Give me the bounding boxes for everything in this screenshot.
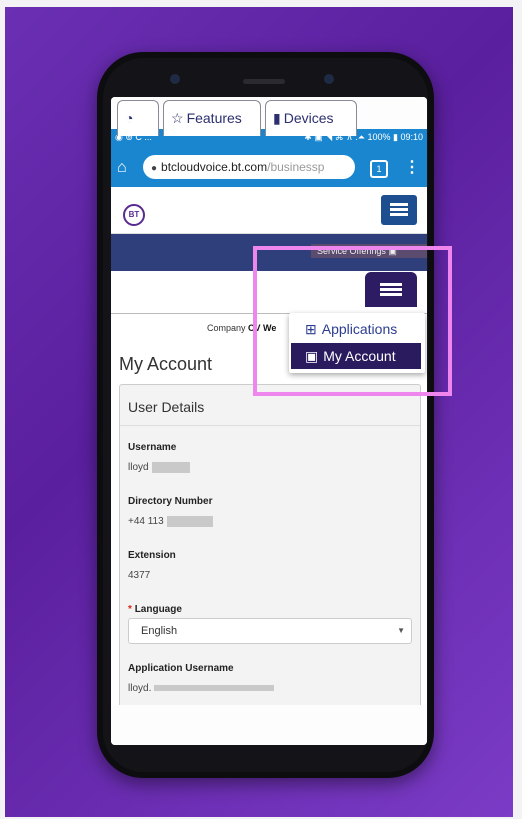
address-bar[interactable]: ● btcloudvoice.bt.com/businessp (143, 155, 355, 179)
star-icon: ☆ (171, 110, 184, 126)
redaction-bar (166, 516, 213, 527)
username-value: lloyd (128, 462, 190, 473)
tab-features-label: Features (186, 110, 242, 126)
tab-dashboard[interactable]: ◔ (117, 100, 159, 136)
user-details-heading: User Details (128, 399, 205, 415)
chevron-down-icon: ▼ (397, 626, 405, 635)
more-options-icon[interactable]: ⋮ (404, 157, 420, 177)
tab-devices-label: Devices (283, 110, 334, 126)
username-label: Username (128, 442, 177, 453)
directory-number-value: +44 113 (128, 516, 213, 527)
url-host: btcloudvoice.bt.com (161, 160, 268, 174)
url-path: /businessp (267, 160, 325, 174)
application-username-value: lloyd. (128, 683, 275, 694)
speedometer-icon: ◔ (125, 110, 134, 126)
home-icon[interactable]: ⌂ (117, 159, 127, 177)
tabs-button[interactable]: 1 (370, 160, 388, 178)
extension-value: 4377 (128, 570, 151, 581)
extension-label: Extension (128, 550, 176, 561)
redaction-bar (154, 685, 275, 692)
device-icon: ▮ (273, 110, 281, 126)
user-details-panel: User Details Username lloyd Directory Nu… (119, 384, 421, 745)
language-label: * Language (128, 604, 182, 615)
browser-toolbar: ⌂ ● btcloudvoice.bt.com/businessp 1 ⋮ (111, 147, 427, 187)
earpiece-speaker (243, 79, 285, 84)
divider (120, 425, 420, 426)
language-select[interactable]: English ▼ (128, 618, 412, 644)
page-title: My Account (119, 354, 213, 374)
redaction-bar (151, 462, 190, 473)
phone-screen: ◉ ⊚ C ... ✱ ▣ ◥ ⌘ ⊼ .⏶ 100% ▮ 09:10 ⌂ ● b… (111, 97, 427, 745)
screen-bottom-margin (111, 705, 427, 745)
highlight-box (253, 246, 452, 396)
tab-devices[interactable]: ▮ Devices (265, 100, 357, 136)
directory-number-label: Directory Number (128, 496, 213, 507)
tab-features[interactable]: ☆ Features (163, 100, 261, 136)
company-prefix: Company (207, 323, 246, 333)
required-marker: * (128, 604, 132, 615)
bt-logo[interactable]: BT (123, 204, 145, 226)
site-header: BT (111, 187, 427, 234)
application-username-label: Application Username (128, 663, 234, 674)
front-camera-icon (170, 74, 180, 84)
lock-icon: ● (151, 163, 158, 174)
site-menu-button[interactable] (381, 195, 417, 225)
language-selected: English (141, 625, 178, 637)
sensor-icon (324, 74, 334, 84)
